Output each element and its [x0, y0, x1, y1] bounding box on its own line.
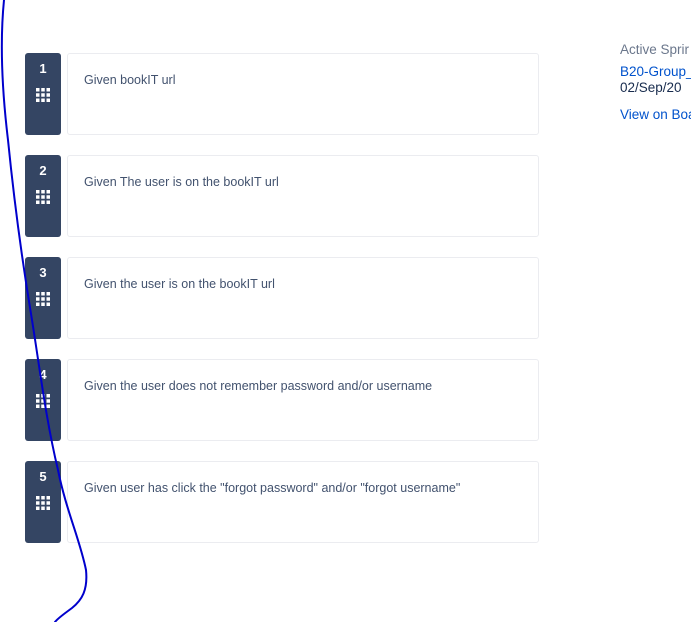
- pen-annotation-stroke: [0, 0, 88, 622]
